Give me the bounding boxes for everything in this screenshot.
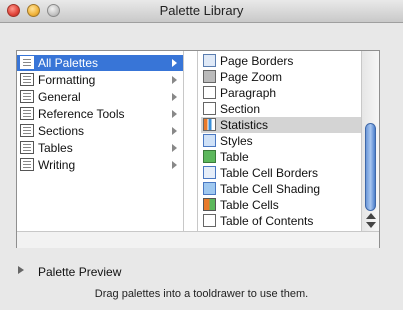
chevron-right-icon: [172, 93, 177, 101]
table-cell-borders-icon: [203, 166, 216, 179]
palette-icon: [20, 56, 34, 69]
category-column: All Palettes Formatting General Referenc…: [17, 51, 183, 231]
styles-icon: [203, 134, 216, 147]
palette-item[interactable]: Section: [201, 101, 361, 117]
palette-label: Section: [220, 102, 261, 116]
scroll-up-icon[interactable]: [366, 213, 376, 219]
palette-item[interactable]: Table of Contents: [201, 213, 361, 229]
palette-item[interactable]: Table: [201, 149, 361, 165]
palette-item[interactable]: Table Cell Borders: [201, 165, 361, 181]
palette-label: Paragraph: [220, 86, 277, 100]
category-label: All Palettes: [38, 56, 99, 70]
table-cell-shading-icon: [203, 182, 216, 195]
palette-preview-toggle[interactable]: Palette Preview: [38, 265, 121, 279]
palette-browser: All Palettes Formatting General Referenc…: [16, 50, 380, 248]
column-divider[interactable]: [197, 51, 198, 231]
chevron-right-icon: [172, 144, 177, 152]
palette-icon: [20, 141, 34, 154]
palette-item[interactable]: Page Zoom: [201, 69, 361, 85]
category-label: Tables: [38, 141, 73, 155]
category-label: Writing: [38, 158, 76, 172]
category-item-general[interactable]: General: [17, 89, 183, 105]
chevron-right-icon: [172, 127, 177, 135]
chevron-right-icon: [172, 76, 177, 84]
horizontal-scrollbar[interactable]: [17, 231, 379, 248]
chevron-right-icon: [172, 110, 177, 118]
statistics-icon: [203, 118, 216, 131]
vertical-scrollbar[interactable]: [361, 51, 379, 231]
palette-label: Table Cells: [220, 198, 279, 212]
palette-item[interactable]: Page Borders: [201, 53, 361, 69]
palette-icon: [20, 90, 34, 103]
palette-label: Styles: [220, 134, 253, 148]
palette-icon: [20, 73, 34, 86]
palette-icon: [20, 124, 34, 137]
category-item-tables[interactable]: Tables: [17, 140, 183, 156]
palette-item[interactable]: Table Cells: [201, 197, 361, 213]
palette-label: Table Cell Shading: [220, 182, 321, 196]
category-label: Sections: [38, 124, 85, 138]
palette-item[interactable]: Styles: [201, 133, 361, 149]
window-title: Palette Library: [159, 3, 244, 18]
title-bar: Palette Library: [0, 0, 403, 23]
page-borders-icon: [203, 54, 216, 67]
category-label: General: [38, 90, 81, 104]
palette-label: Table of Contents: [220, 214, 314, 228]
hint-text: Drag palettes into a tooldrawer to use t…: [94, 288, 309, 300]
palette-item[interactable]: Statistics: [201, 117, 361, 133]
chevron-right-icon: [172, 161, 177, 169]
column-divider[interactable]: [183, 51, 184, 231]
chevron-right-icon: [172, 59, 177, 67]
category-item-sections[interactable]: Sections: [17, 123, 183, 139]
disclosure-triangle-icon[interactable]: [18, 266, 24, 274]
palette-library-window: Palette Library All Palettes Formatting …: [0, 0, 403, 310]
section-icon: [203, 102, 216, 115]
category-item-all-palettes[interactable]: All Palettes: [17, 55, 183, 71]
palette-icon: [20, 107, 34, 120]
palette-label: Table: [220, 150, 249, 164]
category-label: Reference Tools: [38, 107, 125, 121]
category-item-reference-tools[interactable]: Reference Tools: [17, 106, 183, 122]
category-item-formatting[interactable]: Formatting: [17, 72, 183, 88]
palette-column: Page Borders Page Zoom Paragraph Section…: [201, 51, 361, 231]
palette-icon: [20, 158, 34, 171]
paragraph-icon: [203, 86, 216, 99]
palette-label: Table Cell Borders: [220, 166, 319, 180]
palette-label: Page Borders: [220, 54, 294, 68]
scroll-down-icon[interactable]: [366, 222, 376, 228]
palette-label: Page Zoom: [220, 70, 283, 84]
category-label: Formatting: [38, 73, 96, 87]
page-zoom-icon: [203, 70, 216, 83]
category-item-writing[interactable]: Writing: [17, 157, 183, 173]
table-icon: [203, 150, 216, 163]
palette-item[interactable]: Table Cell Shading: [201, 181, 361, 197]
table-cells-icon: [203, 198, 216, 211]
palette-item[interactable]: Paragraph: [201, 85, 361, 101]
palette-label: Statistics: [220, 118, 269, 132]
table-of-contents-icon: [203, 214, 216, 227]
scrollbar-thumb[interactable]: [365, 123, 376, 211]
